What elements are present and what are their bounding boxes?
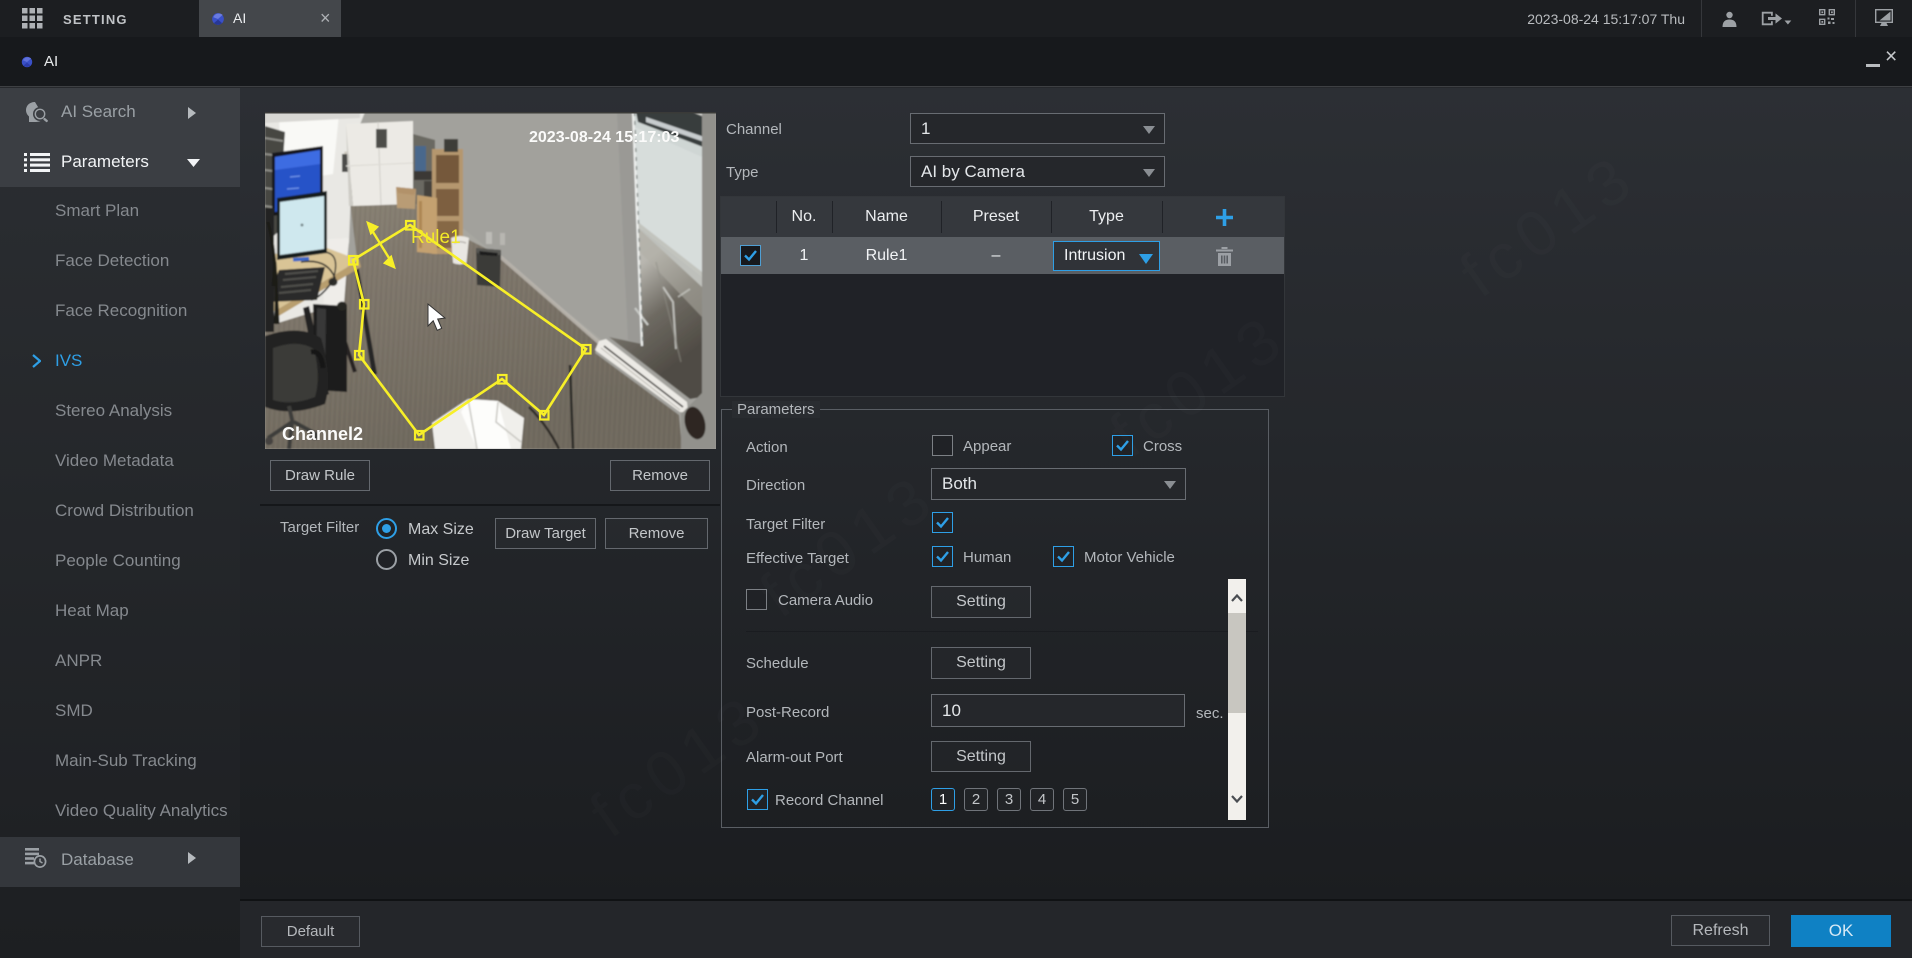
svg-text:2023-08-24 15:17:03: 2023-08-24 15:17:03 <box>529 129 679 146</box>
svg-text:Rule1: Rule1 <box>411 227 461 248</box>
svg-text:Channel2: Channel2 <box>282 424 363 444</box>
